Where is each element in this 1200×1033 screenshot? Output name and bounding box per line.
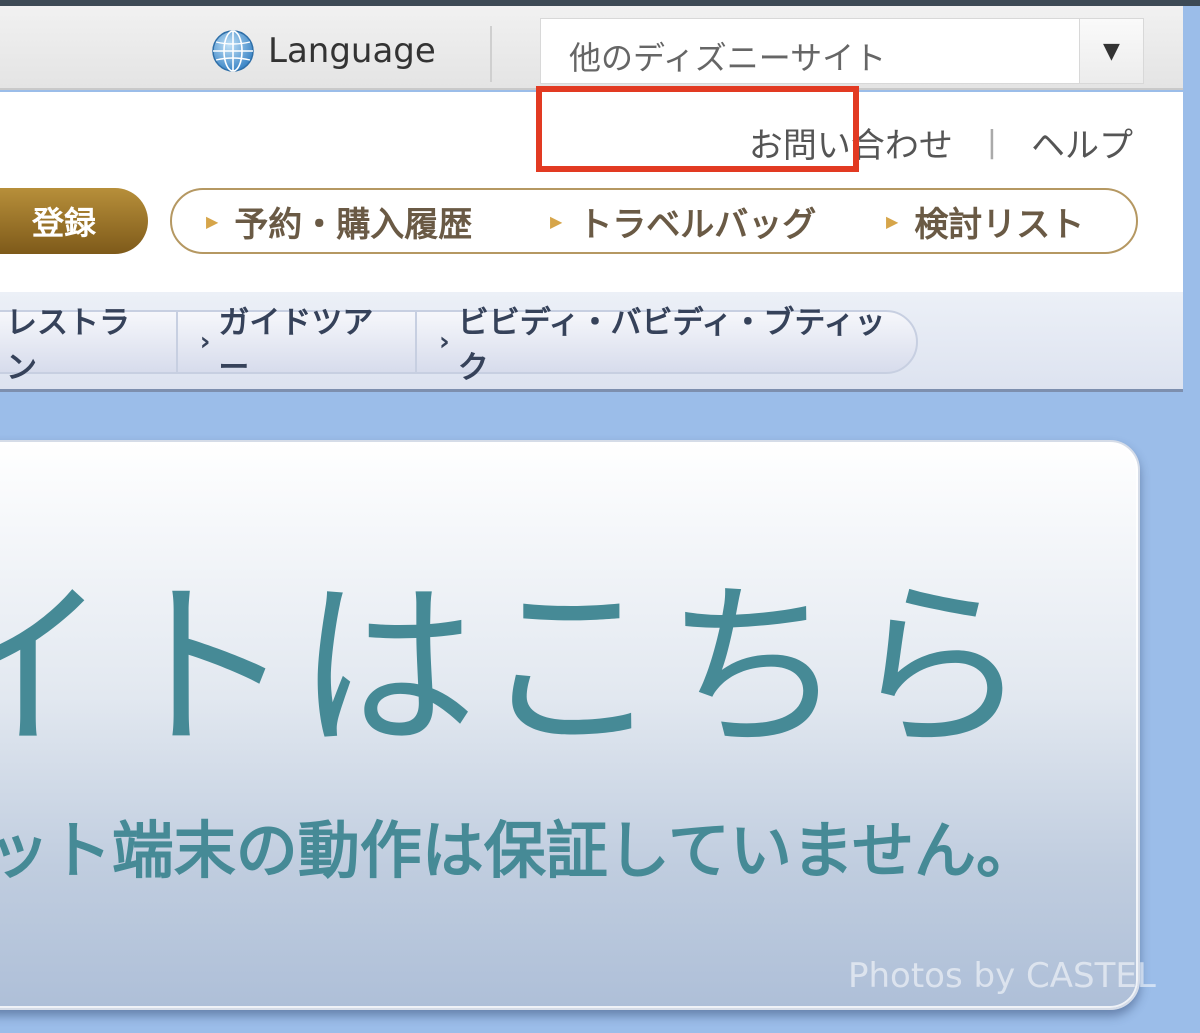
- tab-boutique-label: ビビディ・バビディ・ブティック: [457, 305, 886, 386]
- tab-restaurant-label: レストラン: [6, 305, 130, 386]
- language-button[interactable]: Language: [210, 28, 436, 74]
- globe-icon: [212, 30, 254, 72]
- photo-watermark: Photos by CASTEL: [848, 956, 1156, 996]
- category-tabs: レストラン › ガイドツアー › ビビディ・バビディ・ブティック: [0, 305, 918, 386]
- chevron-right-icon: ›: [438, 327, 450, 357]
- utility-bar: Language 他のディズニーサイト ▼: [0, 6, 1183, 90]
- triangle-bullet-icon: ▶: [550, 211, 563, 231]
- travel-bag-label: トラベルバッグ: [578, 204, 817, 245]
- tab-guided-tour-label: ガイドツアー: [218, 305, 374, 386]
- utility-separator: [490, 26, 492, 82]
- dropdown-arrow-icon[interactable]: ▼: [1079, 19, 1143, 83]
- mobile-site-banner[interactable]: イトはこちら ット端末の動作は保証していません。: [0, 440, 1140, 1010]
- reservation-history-link[interactable]: ▶ 予約・購入履歴: [206, 190, 472, 252]
- disney-sites-select-value: 他のディズニーサイト: [569, 39, 887, 77]
- reservation-history-label: 予約・購入履歴: [234, 204, 473, 245]
- register-button[interactable]: 登録: [0, 188, 148, 254]
- tab-bibbidi-bobbidi-boutique[interactable]: › ビビディ・バビディ・ブティック: [417, 305, 916, 386]
- triangle-bullet-icon: ▶: [206, 211, 219, 231]
- link-divider: |: [986, 125, 997, 160]
- travel-bag-link[interactable]: ▶ トラベルバッグ: [550, 190, 816, 252]
- triangle-bullet-icon: ▶: [886, 211, 899, 231]
- disney-sites-select[interactable]: 他のディズニーサイト ▼: [540, 18, 1144, 84]
- banner-note: ット端末の動作は保証していません。: [0, 814, 1038, 887]
- tab-guided-tour[interactable]: › ガイドツアー: [178, 305, 417, 386]
- wishlist-link[interactable]: ▶ 検討リスト: [886, 190, 1084, 252]
- language-label: Language: [268, 31, 436, 71]
- banner-title: イトはこちら: [0, 564, 1033, 773]
- travel-bag-highlight: [536, 86, 859, 172]
- wishlist-label: 検討リスト: [914, 204, 1085, 245]
- help-link[interactable]: ヘルプ: [1031, 118, 1133, 167]
- chevron-right-icon: ›: [199, 327, 211, 357]
- tab-restaurant[interactable]: レストラン: [0, 305, 178, 386]
- category-nav: レストラン › ガイドツアー › ビビディ・バビディ・ブティック: [0, 292, 1183, 392]
- mypage-nav: ▶ 予約・購入履歴 ▶ トラベルバッグ ▶ 検討リスト: [170, 188, 1138, 254]
